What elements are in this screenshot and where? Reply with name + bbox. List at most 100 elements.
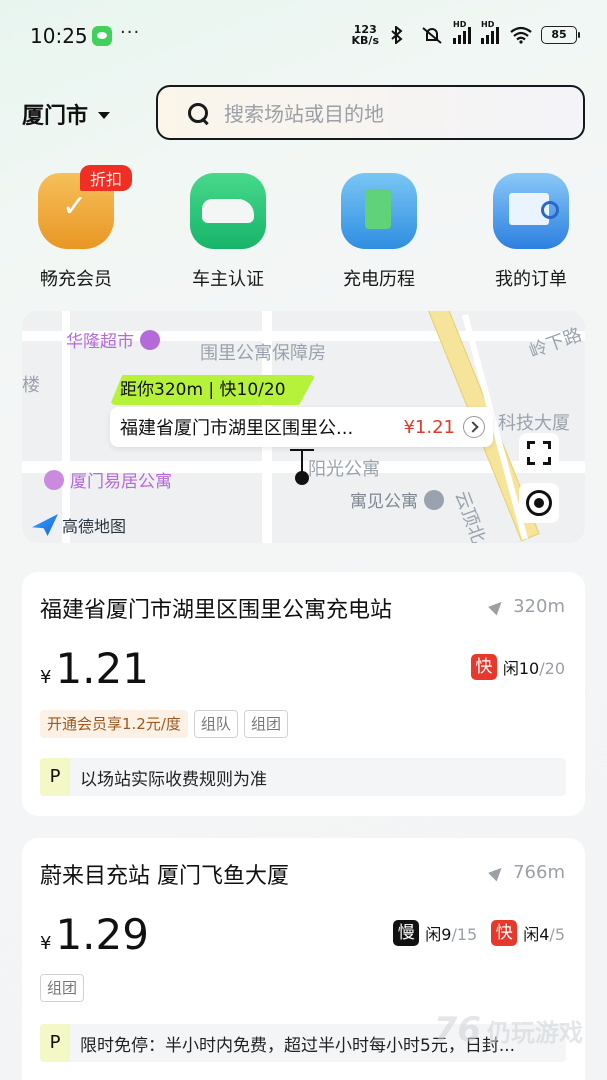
shop-icon — [140, 329, 160, 350]
parking-info: P 以场站实际收费规则为准 — [40, 758, 566, 796]
tag: 组团 — [243, 710, 288, 738]
magnifier-icon — [541, 201, 559, 219]
map-poi-apartment-2: 寓见公寓 — [350, 487, 444, 512]
idle-count: 闲4 — [523, 925, 550, 944]
member-tag: 开通会员享1.2元/度 — [40, 710, 188, 738]
price-value: 1.29 — [55, 910, 149, 959]
map-view[interactable]: 华隆超市 围里公寓保障房 岭下路 楼 科技大厦 厦门易居公寓 阳光公寓 寓见公寓… — [22, 311, 585, 543]
availability-fast: 快 闲4/5 — [491, 920, 565, 946]
fullscreen-button[interactable] — [519, 433, 559, 473]
watermark: 76 仍玩游戏 — [434, 1010, 583, 1050]
amap-logo-icon — [32, 514, 58, 536]
quick-action-label: 车主认证 — [192, 269, 264, 290]
hd-label-2: HD — [481, 20, 495, 29]
station-distance: 766m — [488, 862, 565, 883]
signal-1-icon: HD — [453, 20, 471, 44]
signal-2-icon: HD — [481, 20, 499, 44]
slow-charge-chip: 慢 — [393, 920, 420, 946]
idle-count: 闲10 — [502, 659, 540, 678]
chevron-right-icon — [463, 416, 485, 438]
more-notifications-icon: ··· — [120, 22, 141, 43]
tag: 组团 — [40, 974, 85, 1002]
station-card[interactable]: 福建省厦门市湖里区围里公寓充电站 320m ¥ 1.21 快 闲10/20 开通… — [22, 572, 585, 816]
fast-charge-chip: 快 — [470, 654, 497, 680]
amap-logo-text: 高德地图 — [62, 517, 127, 536]
availability-slow: 慢 闲9/15 — [393, 920, 477, 946]
map-poi-apartment: 厦门易居公寓 — [44, 467, 172, 492]
wechat-notification-icon — [92, 26, 112, 46]
station-name: 蔚来目充站 厦门飞鱼大厦 — [40, 864, 289, 889]
bubble-station-name: 福建省厦门市湖里区围里公... — [120, 418, 354, 439]
location-pin-icon — [295, 451, 309, 485]
total-count: /15 — [451, 925, 478, 944]
city-selector[interactable]: 厦门市 — [22, 98, 111, 130]
quick-action-label: 充电历程 — [343, 269, 415, 290]
distance-tag: 距你320m | 快10/20 — [110, 375, 316, 405]
availability: 慢 闲9/15 快 闲4/5 — [393, 920, 565, 946]
search-bar[interactable]: 搜索场站或目的地 — [156, 85, 585, 140]
distance-value: 320m — [513, 596, 565, 617]
currency-symbol: ¥ — [40, 667, 52, 688]
distance-value: 766m — [513, 862, 565, 883]
tag-row: 开通会员享1.2元/度 组队 组团 — [40, 710, 288, 738]
map-label: 阳光公寓 — [308, 459, 380, 480]
map-poi-label: 寓见公寓 — [350, 492, 418, 512]
price-value: 1.21 — [55, 644, 149, 693]
hd-label-1: HD — [453, 20, 467, 29]
car-icon — [190, 173, 266, 249]
map-poi-label: 厦门易居公寓 — [70, 472, 172, 492]
parking-text: 以场站实际收费规则为准 — [80, 769, 267, 790]
watermark-logo: 76 — [433, 1010, 481, 1050]
status-icons: 123 KB/s HD HD 85 — [352, 20, 580, 46]
station-distance: 320m — [488, 596, 565, 617]
quick-action-member[interactable]: 折扣 畅充会员 — [16, 165, 136, 291]
currency-symbol: ¥ — [40, 933, 52, 954]
map-label: 楼 — [22, 375, 40, 396]
fullscreen-icon — [527, 441, 551, 465]
watermark-text: 仍玩游戏 — [487, 1018, 583, 1047]
wifi-icon — [509, 26, 532, 44]
navigation-arrow-icon — [488, 863, 506, 882]
station-name: 福建省厦门市湖里区围里公寓充电站 — [40, 598, 393, 623]
bluetooth-icon — [389, 24, 411, 46]
map-poi-label: 华隆超市 — [66, 332, 134, 352]
building-icon — [424, 489, 444, 510]
tag: 组队 — [193, 710, 238, 738]
caret-down-icon — [98, 111, 111, 119]
tag-row: 组团 — [40, 974, 85, 1002]
quick-action-label: 畅充会员 — [40, 269, 112, 290]
parking-icon: P — [40, 1024, 70, 1062]
total-count: /5 — [549, 925, 565, 944]
quick-actions: 折扣 畅充会员 车主认证 充电历程 我的订单 — [0, 165, 607, 295]
quick-action-car-owner[interactable]: 车主认证 — [168, 165, 288, 291]
station-price: ¥ 1.21 — [40, 644, 149, 693]
network-speed: 123 KB/s — [352, 24, 379, 46]
quick-action-history[interactable]: 充电历程 — [319, 165, 439, 291]
order-list-icon — [493, 173, 569, 249]
city-name: 厦门市 — [22, 104, 89, 129]
map-label: 科技大厦 — [498, 413, 570, 434]
parking-icon: P — [40, 758, 70, 796]
net-speed-unit: KB/s — [351, 34, 379, 47]
status-bar: 10:25 ··· 123 KB/s HD HD 85 — [0, 0, 607, 72]
locate-button[interactable] — [519, 483, 559, 523]
amap-logo: 高德地图 — [32, 513, 126, 537]
mute-icon — [421, 26, 443, 44]
search-placeholder: 搜索场站或目的地 — [224, 102, 384, 126]
bubble-price: ¥1.21 — [403, 416, 455, 438]
station-bubble[interactable]: 福建省厦门市湖里区围里公... ¥1.21 — [110, 407, 493, 447]
quick-action-label: 我的订单 — [495, 269, 567, 290]
charging-history-icon — [341, 173, 417, 249]
locate-icon — [526, 490, 552, 516]
quick-action-orders[interactable]: 我的订单 — [471, 165, 591, 291]
fast-charge-chip: 快 — [491, 920, 518, 946]
discount-badge: 折扣 — [80, 165, 133, 191]
total-count: /20 — [539, 659, 565, 678]
map-label: 围里公寓保障房 — [200, 343, 326, 364]
availability-fast: 快 闲10/20 — [470, 654, 565, 680]
idle-count: 闲9 — [425, 925, 452, 944]
map-label: 岭下路 — [526, 324, 585, 363]
map-poi-supermarket: 华隆超市 — [66, 327, 160, 352]
station-price: ¥ 1.29 — [40, 910, 149, 959]
battery-icon: 85 — [541, 26, 580, 44]
